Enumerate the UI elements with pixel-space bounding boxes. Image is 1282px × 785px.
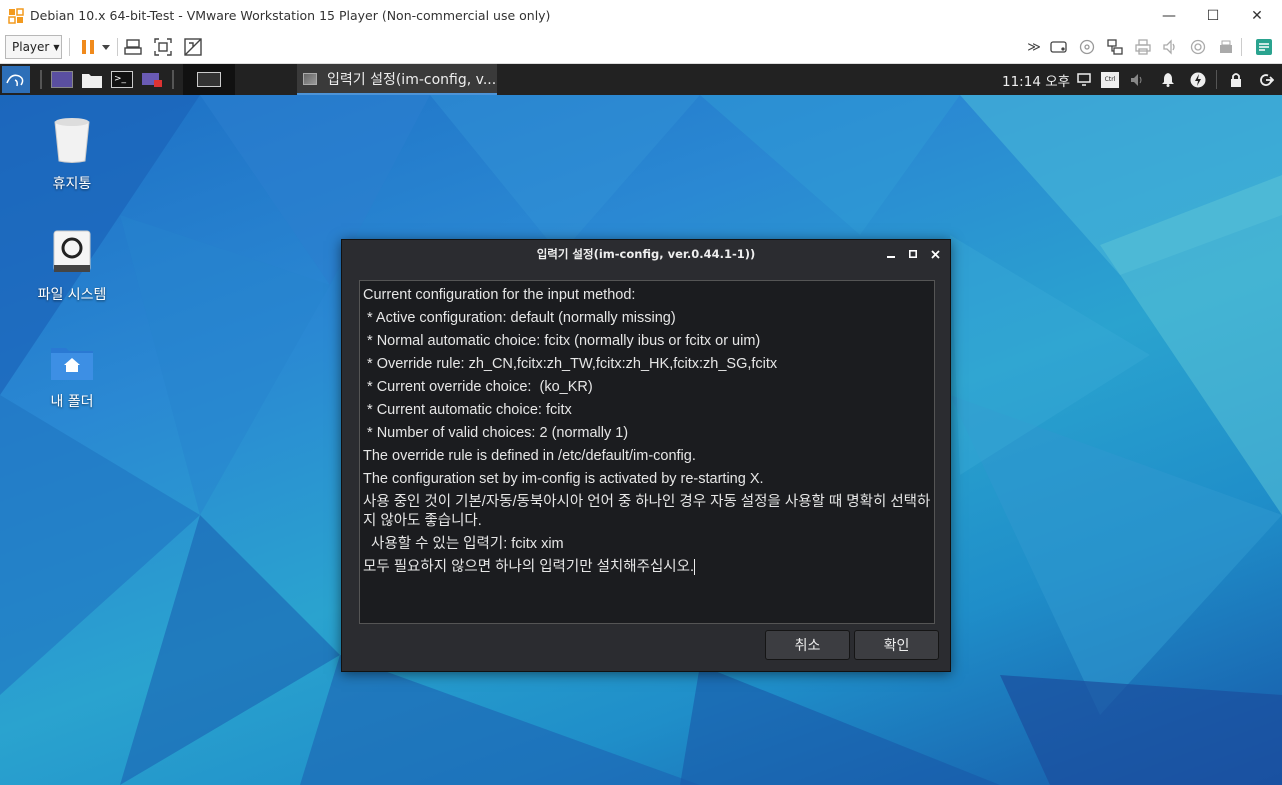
pause-dropdown-icon[interactable] (98, 37, 114, 57)
message-line: * Current automatic choice: fcitx (363, 402, 572, 418)
home-folder-icon (51, 348, 93, 380)
dialog-close-button[interactable] (926, 244, 944, 264)
text-cursor (694, 559, 695, 576)
message-line-wrapped: 사용 중인 것이 기본/자동/동북아시아 언어 중 하나인 경우 자동 설정을 … (363, 494, 931, 529)
app-icon (303, 72, 317, 85)
im-config-dialog: 입력기 설정(im-config, ver.0.44.1-1)) Current… (341, 239, 951, 672)
vmware-icon (8, 7, 24, 24)
task-title: 입력기 설정(im-config, v... (327, 71, 497, 88)
workspace-icon[interactable] (49, 68, 75, 91)
kali-menu-icon[interactable] (2, 66, 30, 93)
desktop-icon-trash[interactable]: 휴지통 (17, 117, 127, 193)
message-line: * Normal automatic choice: fcitx (normal… (363, 333, 761, 349)
desktop-icon-label: 휴지통 (52, 176, 92, 192)
dialog-title: 입력기 설정(im-config, ver.0.44.1-1)) (536, 247, 756, 261)
sound-icon[interactable] (1160, 37, 1180, 57)
clock[interactable]: 11:14 오후 (1002, 64, 1070, 95)
desktop-icon-filesystem[interactable]: 파일 시스템 (17, 230, 127, 304)
usb-icon[interactable] (1216, 37, 1236, 57)
keyboard-icon[interactable]: Ctrl (1100, 68, 1120, 91)
message-line: The configuration set by im-config is ac… (363, 471, 764, 487)
unity-icon[interactable] (183, 37, 203, 57)
message-line: 사용할 수 있는 입력기: fcitx xim (363, 536, 564, 552)
forward-icon[interactable]: ≫ (1024, 37, 1044, 57)
drive-icon (53, 230, 91, 272)
screenshot-icon[interactable] (140, 68, 164, 91)
display-icon[interactable] (1074, 68, 1094, 91)
dialog-minimize-button[interactable] (882, 244, 900, 264)
printer-icon[interactable] (1133, 37, 1153, 57)
message-line: * Active configuration: default (normall… (363, 310, 676, 326)
minimize-button[interactable]: — (1146, 0, 1192, 31)
message-line: * Current override choice: (ko_KR) (363, 379, 593, 395)
dialog-maximize-button[interactable] (904, 244, 922, 264)
top-panel: >_ 입력기 설정(im-config, v... 11:14 오후 Ctrl (0, 64, 1282, 95)
hard-disk-icon[interactable] (1049, 37, 1069, 57)
camera-icon[interactable] (1188, 37, 1208, 57)
desktop-icon-label: 내 폴더 (50, 394, 94, 410)
message-line: * Number of valid choices: 2 (normally 1… (363, 425, 629, 441)
cancel-button[interactable]: 취소 (765, 630, 850, 660)
message-line: * Override rule: zh_CN,fcitx:zh_TW,fcitx… (363, 356, 778, 372)
terminal-icon[interactable]: >_ (110, 68, 134, 91)
close-button[interactable]: ✕ (1234, 0, 1280, 31)
volume-icon[interactable] (1128, 68, 1148, 91)
vm-toolbar: Player ▼ ≫ (0, 31, 1282, 64)
chevron-down-icon: ▼ (53, 42, 60, 52)
message-last-line: 모두 필요하지 않으면 하나의 입력기만 설치해주십시오. (363, 556, 931, 579)
player-menu-button[interactable]: Player ▼ (5, 35, 62, 59)
notification-bell-icon[interactable] (1158, 68, 1178, 91)
window-title: Debian 10.x 64-bit-Test - VMware Worksta… (30, 8, 551, 23)
send-ctrl-alt-del-icon[interactable] (123, 37, 143, 57)
vm-titlebar: Debian 10.x 64-bit-Test - VMware Worksta… (0, 0, 1282, 31)
taskbar-item-im-config[interactable]: 입력기 설정(im-config, v... (297, 64, 497, 95)
power-manager-icon[interactable] (1188, 68, 1208, 91)
message-line: 모두 필요하지 않으면 하나의 입력기만 설치해주십시오. (363, 559, 694, 575)
workspace-switcher[interactable] (183, 64, 235, 95)
logout-icon[interactable] (1256, 68, 1276, 91)
network-icon[interactable] (1105, 37, 1125, 57)
message-text-area[interactable]: Current configuration for the input meth… (359, 280, 935, 624)
player-label: Player (12, 40, 50, 54)
message-line: The override rule is defined in /etc/def… (363, 448, 696, 464)
ok-button[interactable]: 확인 (854, 630, 939, 660)
desktop-icon-home[interactable]: 내 폴더 (17, 345, 127, 411)
fullscreen-icon[interactable] (153, 37, 173, 57)
maximize-button[interactable]: ☐ (1190, 0, 1236, 31)
trash-icon (54, 118, 90, 163)
lock-icon[interactable] (1226, 68, 1246, 91)
desktop-icon-label: 파일 시스템 (37, 287, 107, 303)
message-line: Current configuration for the input meth… (363, 287, 636, 303)
folder-icon[interactable] (80, 68, 104, 91)
cd-icon[interactable] (1077, 37, 1097, 57)
pause-icon[interactable] (78, 37, 98, 57)
message-icon[interactable] (1254, 37, 1274, 57)
